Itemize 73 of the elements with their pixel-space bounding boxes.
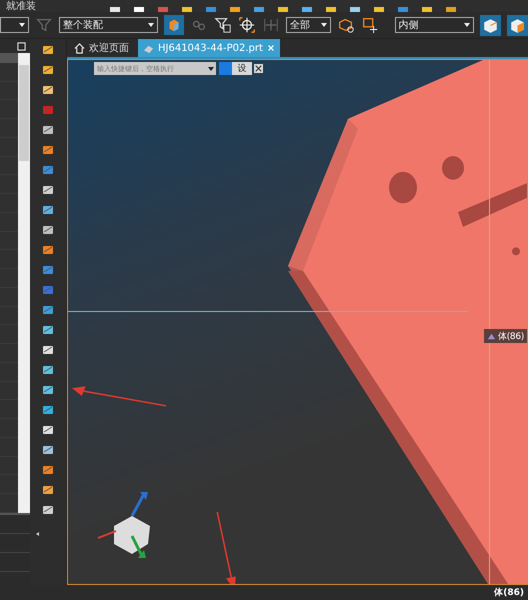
list-row[interactable] <box>0 250 18 270</box>
list-row[interactable] <box>0 288 18 307</box>
toolbar-icon[interactable] <box>41 363 55 377</box>
list-row[interactable] <box>0 212 18 232</box>
list-row[interactable] <box>0 456 18 476</box>
tab[interactable]: 欢迎页面 <box>69 39 134 57</box>
menu-title: 就准装 <box>5 2 37 12</box>
toolbar-icon[interactable] <box>41 303 55 317</box>
column-header <box>0 53 18 63</box>
toolbar-icon[interactable] <box>41 183 55 197</box>
list-row[interactable] <box>0 194 18 213</box>
toolbar-icon[interactable] <box>41 243 55 257</box>
assembly-scope-dropdown[interactable]: 整个装配 <box>59 17 158 33</box>
home-icon <box>74 42 85 54</box>
toolbar-icon[interactable] <box>41 43 55 57</box>
list-row[interactable] <box>0 156 18 176</box>
toolbar-icon[interactable] <box>41 483 55 497</box>
list-row[interactable] <box>0 119 18 138</box>
cube-icon[interactable] <box>164 15 184 35</box>
close-icon[interactable] <box>254 64 263 73</box>
toolbar-icon[interactable] <box>41 223 55 237</box>
list-row[interactable] <box>0 232 18 250</box>
list-row[interactable] <box>0 438 18 457</box>
toolbar-icon[interactable] <box>41 423 55 437</box>
list-row[interactable] <box>0 325 18 344</box>
toolbar-icon[interactable] <box>41 463 55 477</box>
search-button[interactable] <box>219 62 232 75</box>
status-text: 体(86) <box>494 586 524 599</box>
box-icon[interactable] <box>336 16 355 34</box>
toolbar-icon[interactable] <box>41 83 55 97</box>
toolbar-icon[interactable] <box>41 143 55 157</box>
list-row[interactable] <box>0 62 18 82</box>
toolbar-icon[interactable] <box>41 383 55 397</box>
list-row[interactable] <box>0 362 18 382</box>
collapse-icon[interactable] <box>35 531 41 537</box>
caret-icon <box>320 23 327 27</box>
cube-icon[interactable] <box>507 14 528 36</box>
caret-icon <box>208 66 214 70</box>
toolbar-icon[interactable] <box>41 343 55 357</box>
solid-body-icon <box>487 332 496 340</box>
list-row[interactable] <box>0 306 18 326</box>
maximize-icon[interactable] <box>17 42 26 50</box>
list-row[interactable] <box>0 82 18 100</box>
list-row[interactable] <box>0 419 18 438</box>
tooltip: 体(86) <box>484 329 527 343</box>
list-row[interactable] <box>0 100 18 120</box>
list-row[interactable] <box>0 400 18 420</box>
list-row[interactable] <box>0 475 18 494</box>
toolbar-icon[interactable] <box>41 63 55 77</box>
list-row[interactable] <box>0 382 18 400</box>
list-row[interactable] <box>0 138 18 157</box>
box-icon[interactable] <box>360 16 379 34</box>
list-row[interactable] <box>0 344 18 363</box>
filter-dropdown[interactable]: 全部 <box>286 17 331 33</box>
filter-icon[interactable] <box>214 16 232 34</box>
cube-icon[interactable] <box>480 14 502 36</box>
caret-icon <box>19 23 26 27</box>
caret-icon <box>148 23 154 27</box>
list-row[interactable] <box>0 269 18 288</box>
toolbar-icon[interactable] <box>41 203 55 217</box>
toolbar-icon[interactable] <box>41 403 55 417</box>
list-row[interactable] <box>0 175 18 194</box>
settings-button[interactable]: 设 <box>232 62 252 75</box>
scrollbar[interactable] <box>18 53 30 513</box>
side-dropdown[interactable]: 内侧 <box>394 17 474 33</box>
dropdown[interactable] <box>0 17 30 33</box>
list-row[interactable] <box>0 494 18 513</box>
toolbar-icon[interactable] <box>41 443 55 457</box>
toolbar-icon[interactable] <box>41 323 55 337</box>
caret-icon <box>464 23 470 27</box>
toolbar-icon[interactable] <box>41 503 55 517</box>
crosshair-icon[interactable] <box>238 16 256 34</box>
toolbar-icon[interactable] <box>41 123 55 137</box>
